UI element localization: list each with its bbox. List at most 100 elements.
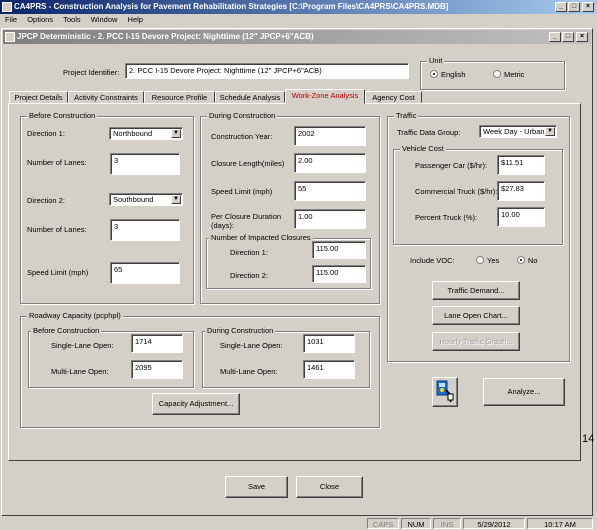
child-window-icon — [5, 32, 15, 42]
during-speed-input[interactable]: 55 — [294, 181, 366, 201]
child-close-icon[interactable]: × — [576, 32, 588, 42]
impacted-dir1-input[interactable]: 115.00 — [312, 241, 366, 259]
menu-help[interactable]: Help — [128, 15, 143, 24]
close-icon[interactable]: × — [582, 2, 594, 12]
capacity-before-legend: Before Construction — [31, 326, 102, 335]
save-button[interactable]: Save — [225, 476, 288, 498]
include-voc-label: Include VOC: — [410, 256, 455, 265]
traffic-legend: Traffic — [394, 111, 419, 120]
status-date: 5/29/2012 — [463, 518, 525, 529]
voc-no-radio[interactable] — [517, 256, 525, 264]
unit-metric-radio[interactable] — [493, 70, 501, 78]
menu-tools[interactable]: Tools — [63, 15, 81, 24]
child-title: JPCP Deterministic - 2. PCC I-15 Devore … — [17, 32, 314, 41]
side-number: 14 — [582, 433, 595, 445]
app-icon — [2, 2, 12, 12]
status-caps: CAPS — [367, 518, 399, 529]
before-lanes2-label: Number of Lanes: — [27, 225, 87, 234]
impacted-dir1-label: Direction 1: — [230, 248, 268, 257]
menu-options[interactable]: Options — [27, 15, 53, 24]
child-restore-icon[interactable]: □ — [562, 32, 574, 42]
unit-english-radio[interactable] — [430, 70, 438, 78]
closure-length-input[interactable]: 2.00 — [294, 153, 366, 173]
capacity-adjustment-button[interactable]: Capacity Adjustment... — [152, 393, 240, 415]
passenger-car-input[interactable]: $11.51 — [497, 155, 545, 175]
commercial-truck-input[interactable]: $27.83 — [497, 181, 545, 201]
tab-work-zone-analysis[interactable]: Work-Zone Analysis — [285, 89, 365, 104]
impacted-dir2-label: Direction 2: — [230, 271, 268, 280]
app-title: CA4PRS - Construction Analysis for Pavem… — [14, 2, 449, 11]
during-single-lane-input[interactable]: 1031 — [303, 334, 355, 353]
before-lanes1-input[interactable]: 3 — [110, 153, 180, 175]
during-multi-lane-label: Multi-Lane Open: — [220, 367, 278, 376]
tab-schedule-analysis[interactable]: Schedule Analysis — [215, 91, 285, 103]
before-single-lane-input[interactable]: 1714 — [131, 334, 183, 353]
chevron-down-icon[interactable]: ▼ — [171, 195, 181, 204]
during-speed-label: Speed Limit (mph) — [211, 187, 273, 196]
hourly-traffic-graph-button[interactable]: Hourly Traffic Graph... — [432, 332, 520, 351]
project-identifier-label: Project Identifier: — [63, 68, 120, 77]
before-dir2-select[interactable]: Southbound ▼ — [109, 193, 183, 206]
commercial-truck-label: Commercial Truck ($/hr): — [415, 187, 498, 196]
unit-legend: Unit — [427, 56, 445, 65]
capacity-during-legend: During Construction — [205, 326, 276, 335]
tab-activity-constraints[interactable]: Activity Constraints — [68, 91, 144, 103]
status-num: NUM — [401, 518, 431, 529]
menu-window[interactable]: Window — [91, 15, 118, 24]
tab-project-details[interactable]: Project Details — [9, 91, 68, 103]
traffic-data-group-select[interactable]: Week Day - Urban ▼ — [479, 125, 557, 138]
before-dir2-label: Direction 2: — [27, 196, 65, 205]
chevron-down-icon[interactable]: ▼ — [171, 129, 181, 138]
closure-duration-label: Per Closure Duration (days): — [211, 212, 282, 230]
closure-duration-input[interactable]: 1.00 — [294, 209, 366, 229]
close-button[interactable]: Close — [296, 476, 363, 498]
construction-year-label: Construction Year: — [211, 132, 273, 141]
before-lanes2-input[interactable]: 3 — [110, 219, 180, 241]
unit-metric-label: Metric — [504, 70, 525, 79]
minimize-icon[interactable]: _ — [555, 2, 567, 12]
traffic-data-group-label: Traffic Data Group: — [397, 128, 461, 137]
traffic-analysis-icon — [436, 380, 454, 403]
roadway-capacity-legend: Roadway Capacity (pcphpl) — [27, 311, 123, 320]
chevron-down-icon[interactable]: ▼ — [545, 127, 555, 136]
percent-truck-input[interactable]: 10.00 — [497, 207, 545, 227]
voc-no-label: No — [528, 256, 538, 265]
tab-resource-profile[interactable]: Resource Profile — [144, 91, 215, 103]
vehicle-cost-legend: Vehicle Cost — [400, 144, 446, 153]
voc-yes-label: Yes — [487, 256, 500, 265]
construction-year-input[interactable]: 2002 — [294, 126, 366, 146]
app-title-bar: CA4PRS - Construction Analysis for Pavem… — [0, 0, 597, 14]
voc-yes-radio[interactable] — [476, 256, 484, 264]
status-time: 10:17 AM — [527, 518, 593, 529]
before-single-lane-label: Single-Lane Open: — [51, 341, 114, 350]
lane-open-chart-button[interactable]: Lane Open Chart... — [432, 306, 520, 325]
maximize-icon[interactable]: □ — [568, 2, 580, 12]
before-speed-label: Speed Limit (mph) — [27, 268, 89, 277]
child-minimize-icon[interactable]: _ — [549, 32, 561, 42]
traffic-data-group-value: Week Day - Urban — [483, 127, 545, 136]
tab-agency-cost[interactable]: Agency Cost — [365, 91, 422, 103]
impacted-dir2-input[interactable]: 115.00 — [312, 265, 366, 283]
before-multi-lane-label: Multi-Lane Open: — [51, 367, 109, 376]
status-ins: INS — [433, 518, 461, 529]
during-multi-lane-input[interactable]: 1461 — [303, 360, 355, 379]
project-identifier-input[interactable]: 2. PCC I-15 Devore Project: Nighttime (1… — [125, 63, 409, 79]
menu-file[interactable]: File — [5, 15, 17, 24]
before-dir1-select[interactable]: Northbound ▼ — [109, 127, 183, 140]
before-dir1-label: Direction 1: — [27, 129, 65, 138]
before-speed-input[interactable]: 65 — [110, 262, 180, 284]
during-construction-legend: During Construction — [207, 111, 278, 120]
analyze-button[interactable]: Analyze... — [483, 378, 565, 406]
traffic-demand-button[interactable]: Traffic Demand... — [432, 281, 520, 300]
impacted-closures-legend: Number of Impacted Closures — [209, 233, 313, 242]
before-lanes1-label: Number of Lanes: — [27, 158, 87, 167]
unit-english-label: English — [441, 70, 466, 79]
closure-length-label: Closure Length(miles) — [211, 159, 285, 168]
passenger-car-label: Passenger Car ($/hr): — [415, 161, 488, 170]
before-dir2-value: Southbound — [113, 195, 154, 204]
during-single-lane-label: Single-Lane Open: — [220, 341, 283, 350]
child-title-bar: JPCP Deterministic - 2. PCC I-15 Devore … — [3, 30, 591, 44]
menu-bar: File Options Tools Window Help — [0, 14, 597, 25]
before-multi-lane-input[interactable]: 2095 — [131, 360, 183, 379]
analyze-icon-button[interactable] — [432, 377, 458, 407]
